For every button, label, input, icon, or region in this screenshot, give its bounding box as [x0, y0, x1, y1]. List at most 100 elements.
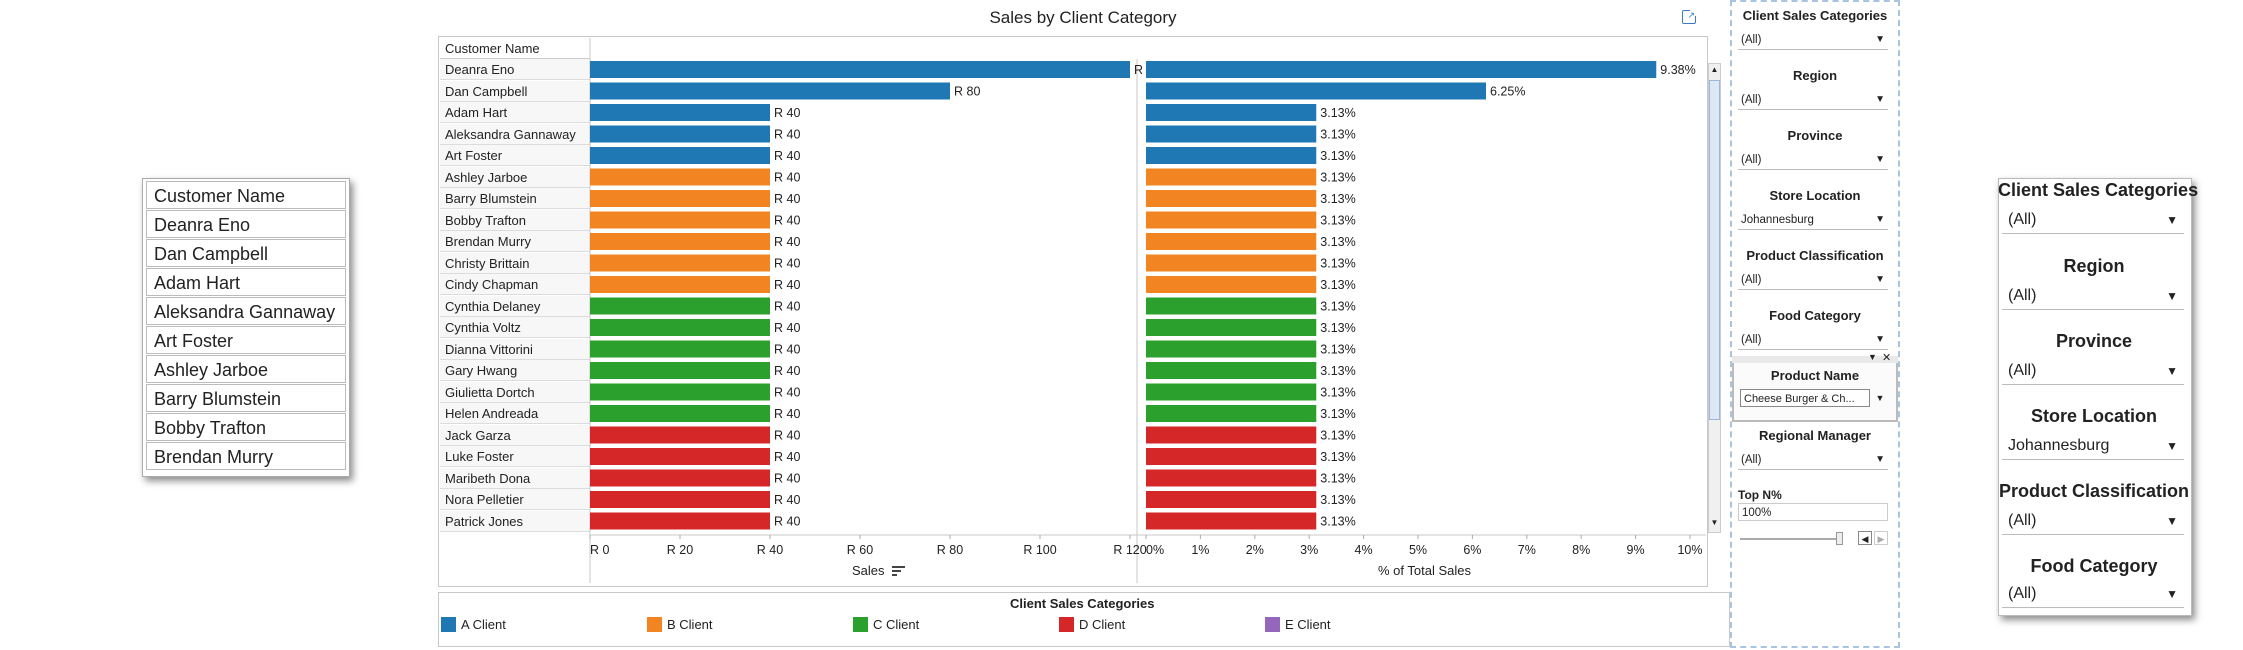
pct-bar[interactable]: [1146, 491, 1317, 508]
legend-swatch-d[interactable]: [1059, 617, 1074, 632]
filter-value: (All): [1741, 274, 1762, 286]
pct-data-label: 3.13%: [1320, 106, 1355, 120]
close-icon[interactable]: ✕: [1882, 351, 1891, 364]
scroll-up-icon[interactable]: ▲: [1708, 63, 1721, 77]
sales-bar[interactable]: [590, 147, 770, 164]
sales-bar[interactable]: [590, 426, 770, 444]
zoom-filter-dropdown-food-category[interactable]: (All) ▼: [2002, 580, 2184, 608]
sales-bar[interactable]: [590, 512, 770, 530]
pct-bar[interactable]: [1146, 405, 1317, 422]
sales-bar[interactable]: [590, 276, 770, 293]
pct-bar[interactable]: [1146, 426, 1317, 444]
pct-bar[interactable]: [1146, 190, 1317, 207]
pct-bar[interactable]: [1146, 319, 1317, 336]
filter-dropdown-product-classification[interactable]: (All) ▼: [1738, 270, 1888, 290]
pct-bar[interactable]: [1146, 168, 1317, 186]
zoom-filter-dropdown-region[interactable]: (All) ▼: [2002, 282, 2184, 310]
legend-label-a[interactable]: A Client: [461, 617, 506, 632]
sales-tick-label: R 60: [847, 543, 873, 557]
zoom-filter-dropdown-store-location[interactable]: Johannesburg ▼: [2002, 432, 2184, 460]
filter-dropdown-food-category[interactable]: (All) ▼: [1738, 330, 1888, 350]
filter-value: (All): [1741, 334, 1762, 346]
zoom-filter-dropdown-province[interactable]: (All) ▼: [2002, 357, 2184, 385]
pct-tick-label: 1%: [1191, 543, 1209, 557]
sales-bar[interactable]: [590, 168, 770, 186]
filter-value: (All): [1741, 154, 1762, 166]
sales-bar[interactable]: [590, 125, 770, 143]
scrollbar-thumb[interactable]: [1709, 80, 1720, 420]
pct-bar[interactable]: [1146, 383, 1317, 401]
sales-bar[interactable]: [590, 491, 770, 508]
sales-tick-label: R 40: [757, 543, 783, 557]
filter-dropdown-region[interactable]: (All) ▼: [1738, 90, 1888, 110]
sales-bar[interactable]: [590, 319, 770, 336]
sales-bar[interactable]: [590, 383, 770, 401]
top-n-title: Top N%: [1738, 488, 1782, 502]
sales-bar[interactable]: [590, 340, 770, 358]
filter-dropdown-regional-manager[interactable]: (All) ▼: [1738, 450, 1888, 470]
sales-bar[interactable]: [590, 448, 770, 465]
filter-dropdown-client-sales-categories[interactable]: (All) ▼: [1738, 30, 1888, 50]
sales-data-label: R 40: [774, 493, 800, 507]
chevron-down-icon: ▼: [1875, 274, 1885, 285]
sales-tick-label: R 120: [1113, 543, 1146, 557]
zoom-filter-title-region: Region: [2063, 256, 2125, 276]
pct-bar[interactable]: [1146, 61, 1657, 78]
pct-bar[interactable]: [1146, 125, 1317, 143]
legend-swatch-b[interactable]: [647, 617, 662, 632]
sales-bar[interactable]: [590, 233, 770, 250]
scroll-down-icon[interactable]: ▼: [1708, 516, 1721, 530]
pct-bar[interactable]: [1146, 211, 1317, 229]
sales-bar[interactable]: [590, 405, 770, 422]
pct-bar[interactable]: [1146, 512, 1317, 530]
filter-dropdown-store-location[interactable]: Johannesburg ▼: [1738, 210, 1888, 230]
sales-bar[interactable]: [590, 82, 950, 100]
top-n-slider-track[interactable]: [1740, 538, 1840, 540]
step-back-icon[interactable]: ◀: [1858, 531, 1872, 545]
legend-swatch-a[interactable]: [441, 617, 456, 632]
pct-bar[interactable]: [1146, 448, 1317, 465]
filter-dropdown-province[interactable]: (All) ▼: [1738, 150, 1888, 170]
pct-bar[interactable]: [1146, 276, 1317, 293]
pct-data-label: 3.13%: [1320, 128, 1355, 142]
sort-icon[interactable]: [892, 565, 906, 579]
product-name-select[interactable]: Cheese Burger & Ch...: [1740, 389, 1870, 407]
sales-bar[interactable]: [590, 362, 770, 379]
zoom-filter-title-store-location: Store Location: [2030, 406, 2157, 426]
sales-data-label: R 40: [774, 278, 800, 292]
pct-bar[interactable]: [1146, 469, 1317, 487]
pct-bar[interactable]: [1146, 104, 1317, 121]
pct-bar[interactable]: [1146, 254, 1317, 272]
pct-bar[interactable]: [1146, 147, 1317, 164]
filter-title-food-category: Food Category: [1769, 308, 1861, 323]
zoom-filter-dropdown-product-classification[interactable]: (All) ▼: [2002, 507, 2184, 535]
sales-data-label: R 40: [774, 257, 800, 271]
pct-tick-label: 3%: [1300, 543, 1318, 557]
pct-bar[interactable]: [1146, 297, 1317, 315]
sales-bar[interactable]: [590, 469, 770, 487]
sales-bar[interactable]: [590, 211, 770, 229]
sales-bar[interactable]: [590, 61, 1130, 78]
pct-bar[interactable]: [1146, 233, 1317, 250]
pct-bar[interactable]: [1146, 362, 1317, 379]
legend-label-b[interactable]: B Client: [667, 617, 713, 632]
sales-tick-label: R 0: [590, 543, 610, 557]
pct-bar[interactable]: [1146, 340, 1317, 358]
pct-bar[interactable]: [1146, 82, 1486, 100]
legend-label-d[interactable]: D Client: [1079, 617, 1125, 632]
top-n-input[interactable]: 100%: [1738, 503, 1888, 521]
sales-bar[interactable]: [590, 190, 770, 207]
sales-bar[interactable]: [590, 104, 770, 121]
sales-bar[interactable]: [590, 254, 770, 272]
top-n-slider-thumb[interactable]: [1836, 532, 1843, 545]
step-forward-icon[interactable]: ▶: [1874, 531, 1888, 545]
zoomed-filter-panel: [1998, 178, 2192, 616]
legend-swatch-c[interactable]: [853, 617, 868, 632]
chevron-down-icon[interactable]: ▼: [1872, 389, 1888, 407]
legend-label-e[interactable]: E Client: [1285, 617, 1331, 632]
legend-label-c[interactable]: C Client: [873, 617, 919, 632]
legend-swatch-e[interactable]: [1265, 617, 1280, 632]
card-menu-icon[interactable]: ▼: [1868, 352, 1877, 362]
zoom-filter-dropdown-client-sales-categories[interactable]: (All) ▼: [2002, 206, 2184, 234]
sales-bar[interactable]: [590, 297, 770, 315]
